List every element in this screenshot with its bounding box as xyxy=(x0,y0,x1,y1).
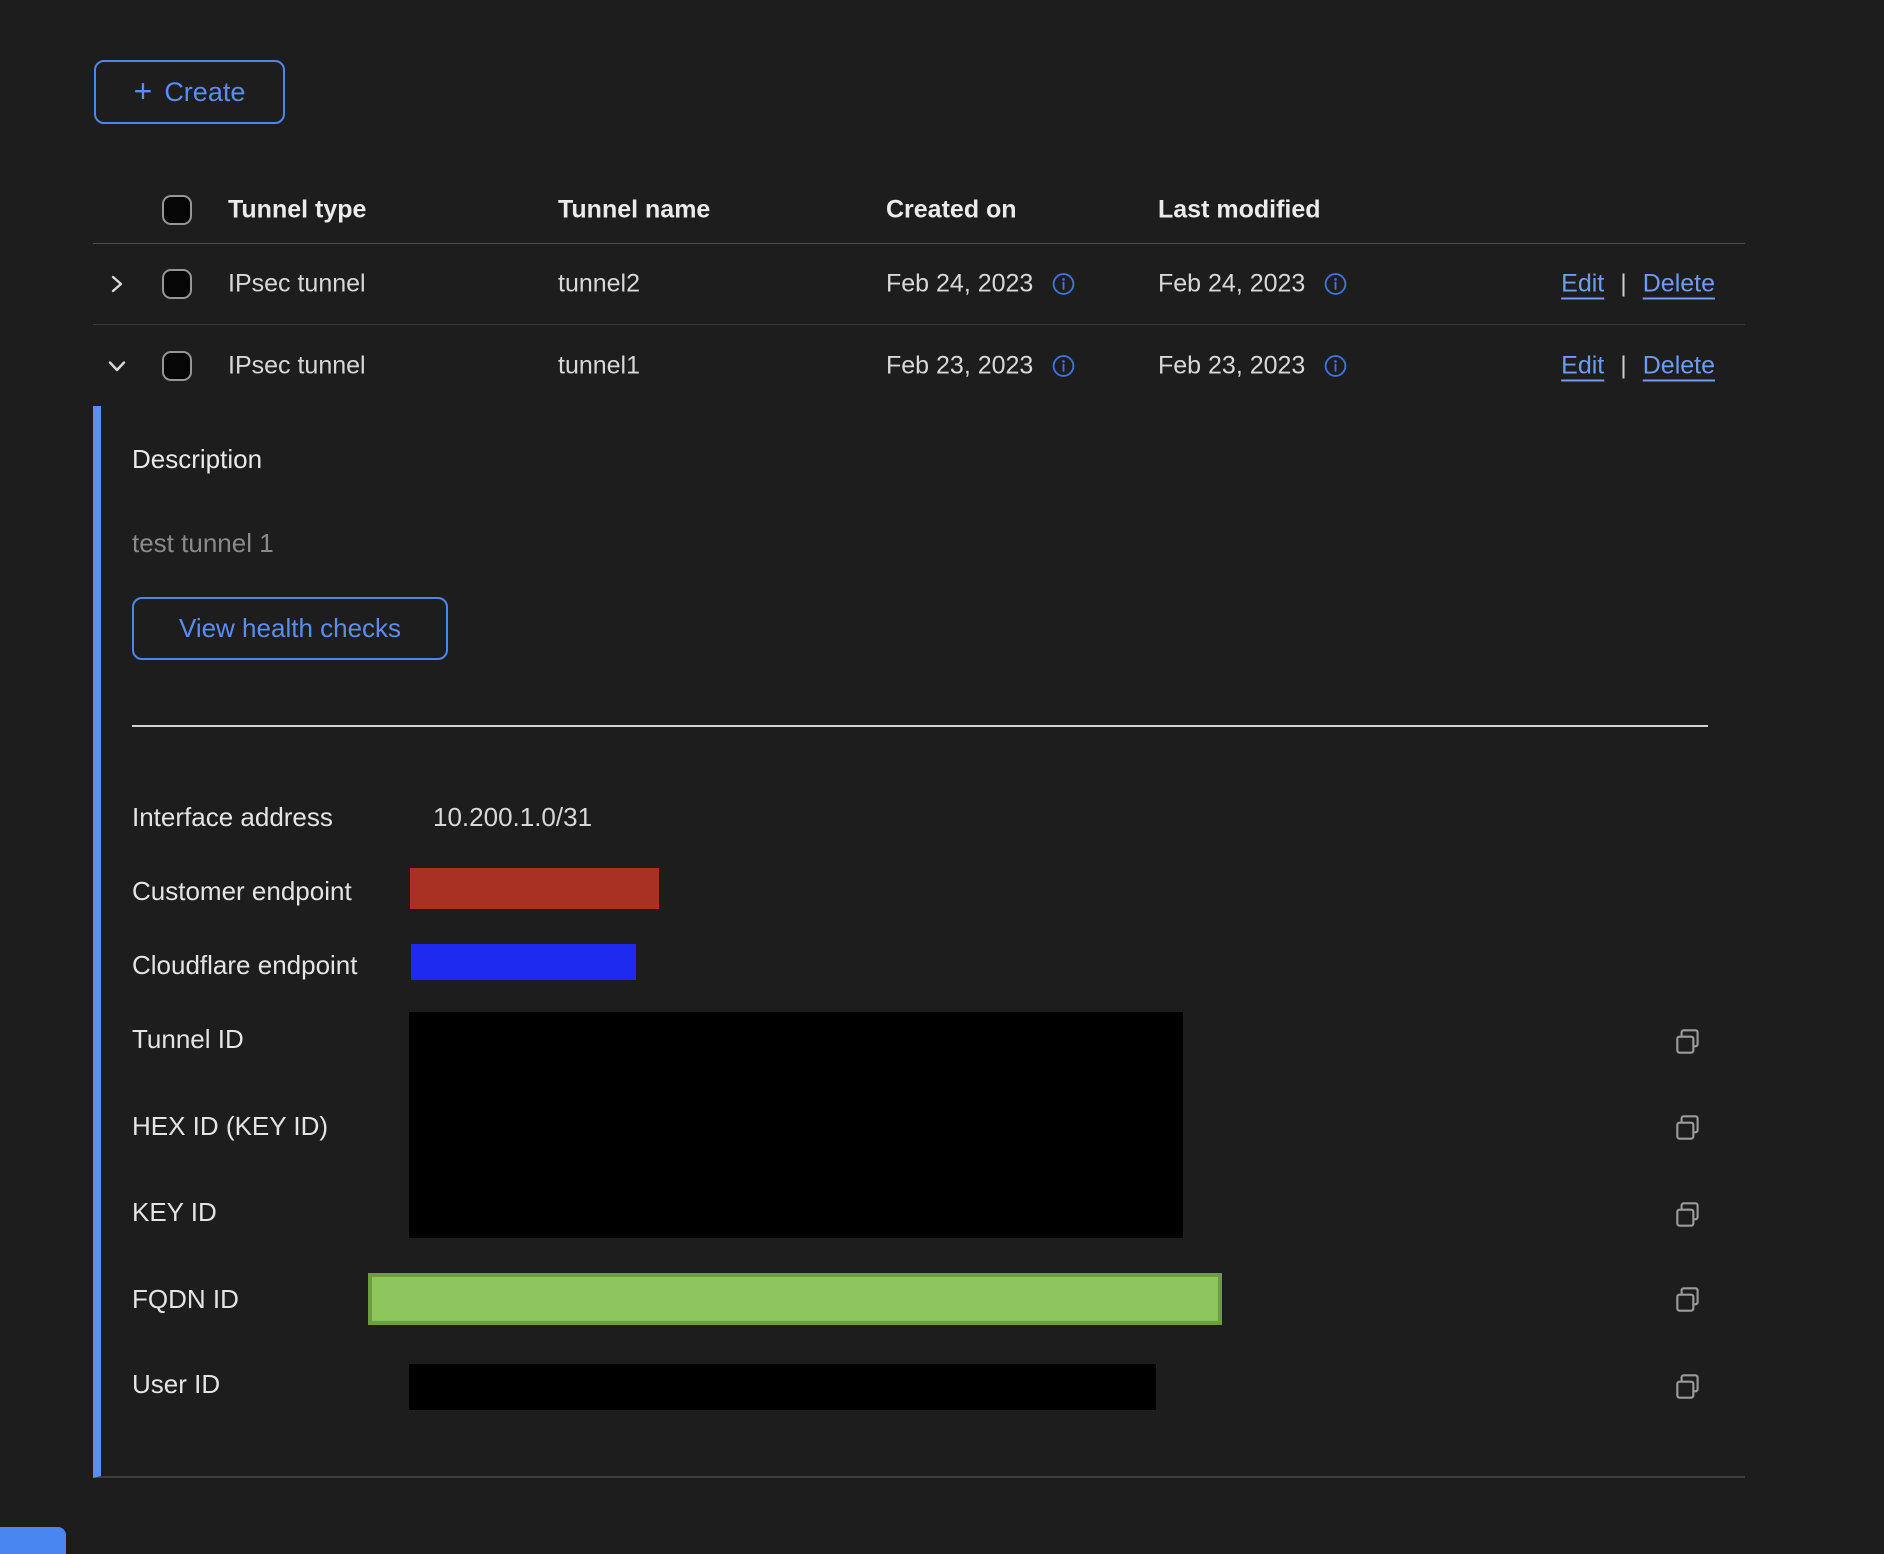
actions-separator: | xyxy=(1620,269,1627,298)
cloudflare-endpoint-label: Cloudflare endpoint xyxy=(132,950,358,981)
created-on-date: Feb 24, 2023 xyxy=(886,269,1033,298)
last-modified-date: Feb 24, 2023 xyxy=(1158,269,1305,298)
plus-icon: + xyxy=(134,75,153,107)
user-id-redacted-value xyxy=(409,1364,1156,1410)
edit-link[interactable]: Edit xyxy=(1561,269,1604,298)
section-divider xyxy=(132,725,1708,727)
column-header-tunnel-type: Tunnel type xyxy=(228,195,366,224)
row-checkbox[interactable] xyxy=(162,351,192,381)
row-actions: Edit | Delete xyxy=(1561,351,1715,380)
created-on-date: Feb 23, 2023 xyxy=(886,351,1033,380)
info-icon[interactable] xyxy=(1323,271,1348,296)
edit-link[interactable]: Edit xyxy=(1561,351,1604,380)
description-label: Description xyxy=(132,444,262,475)
tunnel-type-cell: IPsec tunnel xyxy=(228,269,366,298)
chat-widget-corner[interactable] xyxy=(0,1527,66,1554)
column-header-tunnel-name: Tunnel name xyxy=(558,195,710,224)
actions-separator: | xyxy=(1620,351,1627,380)
tunnel-name-cell: tunnel1 xyxy=(558,351,640,380)
copy-hex-id-button[interactable] xyxy=(1672,1112,1704,1144)
ids-redacted-value xyxy=(409,1012,1183,1238)
copy-tunnel-id-button[interactable] xyxy=(1672,1026,1704,1058)
column-header-created-on: Created on xyxy=(886,195,1017,224)
last-modified-cell: Feb 23, 2023 xyxy=(1158,351,1348,380)
delete-link[interactable]: Delete xyxy=(1643,269,1715,298)
view-health-checks-button[interactable]: View health checks xyxy=(132,597,448,660)
copy-user-id-button[interactable] xyxy=(1672,1371,1704,1403)
hex-id-label: HEX ID (KEY ID) xyxy=(132,1111,328,1142)
info-icon[interactable] xyxy=(1051,271,1076,296)
customer-endpoint-redacted-value xyxy=(410,868,659,909)
create-button-label: Create xyxy=(164,77,245,108)
description-value: test tunnel 1 xyxy=(132,528,274,559)
copy-fqdn-id-button[interactable] xyxy=(1672,1284,1704,1316)
delete-link[interactable]: Delete xyxy=(1643,351,1715,380)
last-modified-date: Feb 23, 2023 xyxy=(1158,351,1305,380)
create-button[interactable]: + Create xyxy=(94,60,285,124)
expanded-tunnel-panel: Description test tunnel 1 View health ch… xyxy=(93,406,1745,1478)
row-checkbox[interactable] xyxy=(162,269,192,299)
key-id-label: KEY ID xyxy=(132,1197,217,1228)
created-on-cell: Feb 24, 2023 xyxy=(886,269,1076,298)
interface-address-label: Interface address xyxy=(132,802,333,833)
table-row-tunnel1: IPsec tunnel tunnel1 Feb 23, 2023 Feb 23… xyxy=(93,325,1745,406)
column-header-last-modified: Last modified xyxy=(1158,195,1321,224)
info-icon[interactable] xyxy=(1051,353,1076,378)
select-all-checkbox[interactable] xyxy=(162,195,192,225)
tunnel-type-cell: IPsec tunnel xyxy=(228,351,366,380)
row-actions: Edit | Delete xyxy=(1561,269,1715,298)
info-icon[interactable] xyxy=(1323,353,1348,378)
expand-chevron-right-icon[interactable] xyxy=(103,270,131,298)
user-id-label: User ID xyxy=(132,1369,220,1400)
copy-key-id-button[interactable] xyxy=(1672,1199,1704,1231)
collapse-chevron-down-icon[interactable] xyxy=(103,352,131,380)
fqdn-id-redacted-value xyxy=(368,1273,1222,1325)
cloudflare-endpoint-redacted-value xyxy=(411,944,636,980)
tunnel-name-cell: tunnel2 xyxy=(558,269,640,298)
tunnel-id-label: Tunnel ID xyxy=(132,1024,244,1055)
interface-address-value: 10.200.1.0/31 xyxy=(433,802,592,833)
created-on-cell: Feb 23, 2023 xyxy=(886,351,1076,380)
fqdn-id-label: FQDN ID xyxy=(132,1284,239,1315)
customer-endpoint-label: Customer endpoint xyxy=(132,876,352,907)
table-header-row: Tunnel type Tunnel name Created on Last … xyxy=(93,176,1745,244)
table-row-tunnel2: IPsec tunnel tunnel2 Feb 24, 2023 Feb 24… xyxy=(93,243,1745,325)
last-modified-cell: Feb 24, 2023 xyxy=(1158,269,1348,298)
